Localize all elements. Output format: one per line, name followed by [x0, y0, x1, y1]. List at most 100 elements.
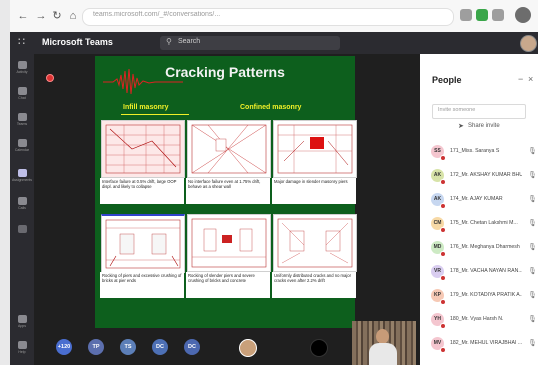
mic-icon[interactable]: 🎙: [528, 291, 537, 299]
refresh-icon[interactable]: ↻: [50, 9, 64, 23]
forward-icon[interactable]: →: [34, 9, 48, 23]
recording-icon: [46, 74, 54, 82]
mic-icon[interactable]: 🎙: [528, 219, 537, 227]
crack-drawing-2: [191, 124, 267, 174]
extension-icon[interactable]: [492, 9, 504, 21]
browser-bar: ← → ↻ ⌂ teams.microsoft.com/_#/conversat…: [10, 0, 538, 33]
participant-name: 182_Mr. MEHUL VIRAJBHAI ...: [450, 340, 522, 346]
share-invite-label: Share invite: [468, 123, 500, 129]
participant-gallery-avatar[interactable]: TP: [88, 339, 104, 355]
caption-5: Rocking of slender piers and severe crus…: [186, 272, 270, 298]
participant-name: 171_Miss. Saranya S: [450, 148, 500, 154]
extension-icon[interactable]: [476, 9, 488, 21]
people-panel: People − × Invite someone ➤ Share invite…: [420, 54, 538, 365]
subtitle-infill: Infill masonry: [123, 104, 169, 111]
participant-gallery-avatar[interactable]: DC: [152, 339, 168, 355]
crack-drawing-1: [105, 124, 181, 174]
slide-title: Cracking Patterns: [165, 64, 285, 80]
chat-icon: [17, 87, 27, 95]
rail-item-calendar[interactable]: Calendar: [10, 136, 34, 158]
shared-slide: Cracking Patterns Infill masonry Confine…: [95, 56, 357, 328]
participant-gallery-avatar[interactable]: TS: [120, 339, 136, 355]
invite-placeholder: Invite someone: [438, 107, 476, 113]
rail-item-activity[interactable]: Activity: [10, 58, 34, 80]
rail-item-assignments[interactable]: Assignments: [10, 166, 34, 188]
participant-row[interactable]: MV 182_Mr. MEHUL VIRAJBHAI ... 🎙: [428, 334, 537, 354]
crack-image-5: [187, 214, 271, 272]
participant-photo-avatar[interactable]: [239, 339, 257, 357]
caption-2: No interface failure even at 1.75% drift…: [186, 178, 270, 204]
participant-row[interactable]: VR 178_Mr. VACHA NAYAN RAN... 🎙: [428, 262, 537, 282]
crack-image-2: [187, 120, 271, 178]
participant-name: 174_Mr. AJAY KUMAR: [450, 196, 503, 202]
user-avatar[interactable]: [520, 35, 537, 52]
participant-row[interactable]: AK 174_Mr. AJAY KUMAR 🎙: [428, 190, 537, 210]
participant-gallery: +120 TP TS DC DC: [34, 321, 420, 365]
status-dot: [440, 347, 446, 353]
apps-icon: [17, 315, 27, 323]
app-launcher-icon[interactable]: ∷: [18, 37, 29, 48]
crack-image-3: [273, 120, 357, 178]
caption-3: Major damage in slender masonry piers: [272, 178, 356, 204]
participant-row[interactable]: SS 171_Miss. Saranya S 🎙: [428, 142, 537, 162]
participant-name: 178_Mr. VACHA NAYAN RAN...: [450, 268, 522, 274]
participant-video-tile[interactable]: [310, 339, 328, 357]
rail-item-teams[interactable]: Teams: [10, 110, 34, 132]
address-bar[interactable]: teams.microsoft.com/_#/conversations/...: [82, 8, 454, 26]
participant-name: 180_Mr. Vyas Harsh N.: [450, 316, 504, 322]
status-dot: [440, 323, 446, 329]
status-dot: [440, 203, 446, 209]
rail-item-chat[interactable]: Chat: [10, 84, 34, 106]
assignments-icon: [17, 169, 27, 177]
rail-item-more[interactable]: [10, 222, 34, 244]
mic-icon[interactable]: 🎙: [528, 171, 537, 179]
mic-icon[interactable]: 🎙: [528, 243, 537, 251]
teams-icon: [17, 113, 27, 121]
participant-gallery-avatar[interactable]: DC: [184, 339, 200, 355]
presenter-body: [369, 343, 397, 365]
presenter-head: [376, 329, 389, 344]
share-invite-button[interactable]: ➤ Share invite: [458, 123, 500, 130]
mic-icon[interactable]: 🎙: [528, 267, 537, 275]
more-icon: [17, 225, 27, 233]
rail-item-calls[interactable]: Calls: [10, 194, 34, 216]
participant-gallery-avatar[interactable]: +120: [56, 339, 72, 355]
crack-drawing-3: [277, 124, 353, 174]
status-dot: [440, 179, 446, 185]
rail-item-apps[interactable]: Apps: [10, 312, 34, 334]
participant-row[interactable]: CM 175_Mr. Chetan Lakshmi M... 🎙: [428, 214, 537, 234]
participant-name: 172_Mr. AKSHAY KUMAR BHUD...: [450, 172, 522, 178]
participant-row[interactable]: MD 176_Mr. Meghanya Dharmesh 🎙: [428, 238, 537, 258]
participant-row[interactable]: KP 179_Mr. KOTADIYA PRATIK A... 🎙: [428, 286, 537, 306]
status-dot: [440, 251, 446, 257]
self-video-preview: [352, 321, 416, 365]
home-icon[interactable]: ⌂: [66, 9, 80, 23]
mic-icon[interactable]: 🎙: [528, 315, 537, 323]
search-icon: ⚲: [166, 37, 172, 46]
mic-icon[interactable]: 🎙: [528, 147, 537, 155]
search-box[interactable]: ⚲ Search: [160, 36, 340, 50]
crack-drawing-6: [277, 218, 353, 268]
bell-icon: [17, 61, 27, 69]
close-icon[interactable]: ×: [528, 74, 533, 84]
subtitle-underline: [121, 114, 189, 115]
crack-drawing-4: [105, 219, 181, 269]
participant-name: 175_Mr. Chetan Lakshmi M...: [450, 220, 518, 226]
participant-name: 176_Mr. Meghanya Dharmesh: [450, 244, 520, 250]
caption-1: Interface failure at 0.5% drift, large O…: [100, 178, 184, 204]
crack-drawing-5: [191, 218, 267, 268]
participant-row[interactable]: AK172_Mr. AKSHAY KUMAR BHUD...🎙: [428, 166, 537, 186]
back-icon[interactable]: ←: [16, 9, 30, 23]
status-dot: [440, 299, 446, 305]
mic-icon[interactable]: 🎙: [528, 339, 537, 347]
caption-4: Rocking of piers and excessive crushing …: [100, 272, 184, 298]
mic-icon[interactable]: 🎙: [528, 195, 537, 203]
participant-row[interactable]: YH 180_Mr. Vyas Harsh N. 🎙: [428, 310, 537, 330]
minimize-icon[interactable]: −: [518, 74, 523, 84]
participant-name: 179_Mr. KOTADIYA PRATIK A...: [450, 292, 522, 298]
browser-profile-avatar[interactable]: [515, 7, 531, 23]
rail-item-help[interactable]: Help: [10, 338, 34, 360]
invite-input[interactable]: Invite someone: [432, 104, 526, 119]
extension-icon[interactable]: [460, 9, 472, 21]
status-dot: [440, 275, 446, 281]
